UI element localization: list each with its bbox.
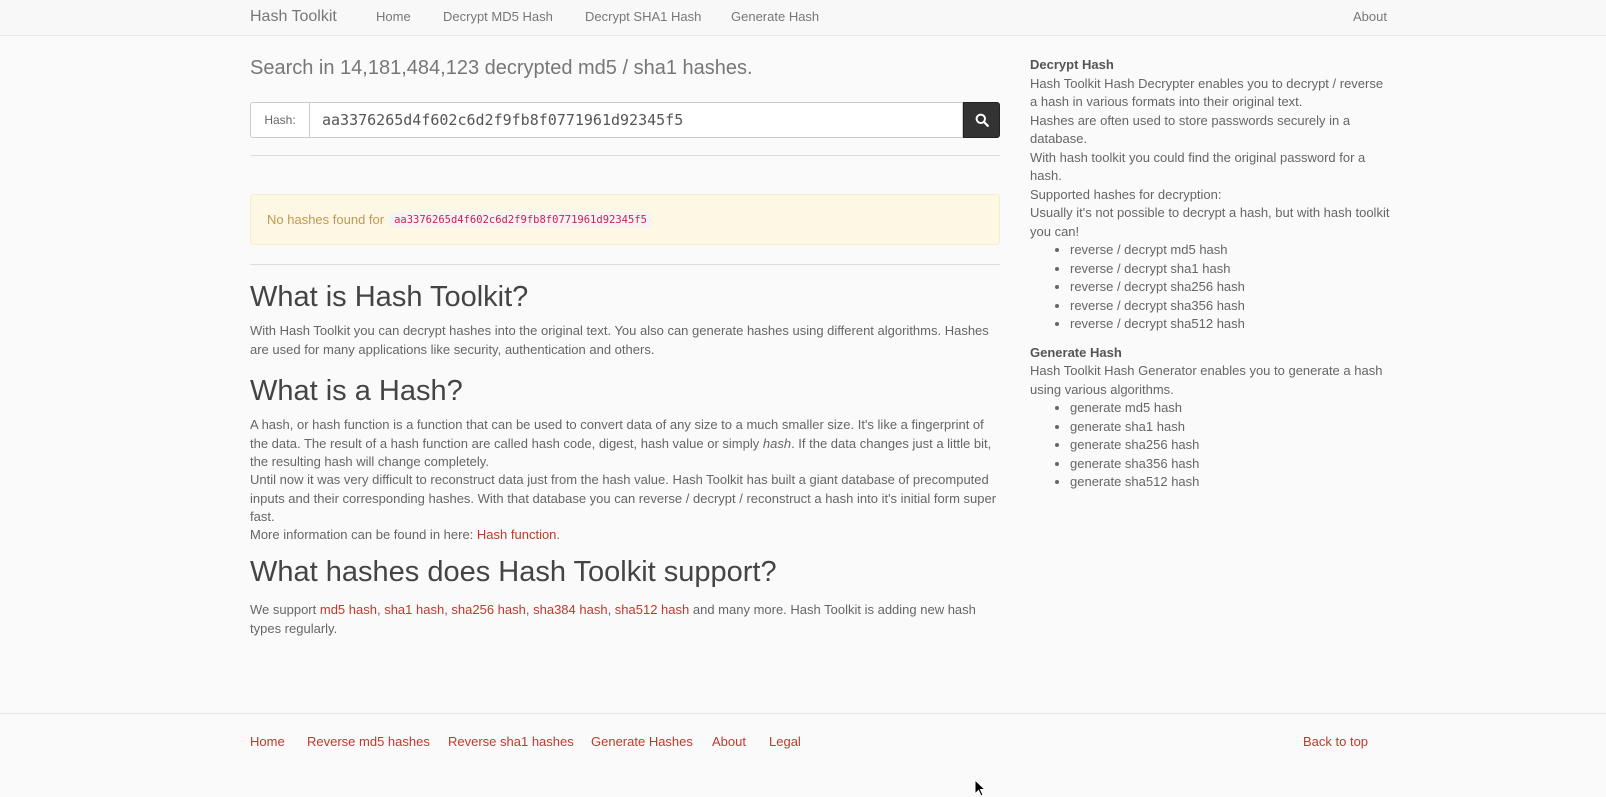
back-to-top-link[interactable]: Back to top	[1303, 734, 1368, 749]
text-hash-definition: A hash, or hash function is a function t…	[250, 416, 1000, 472]
alert-hash: aa3376265d4f602c6d2f9fb8f0771961d92345f5	[390, 211, 651, 228]
sidebar-generate-text: Hash Toolkit Hash Generator enables you …	[1030, 363, 1383, 397]
footer-about[interactable]: About	[712, 734, 746, 749]
hash-label: Hash:	[250, 102, 309, 138]
sidebar-decrypt-title: Decrypt Hash	[1030, 57, 1114, 72]
text-hash-database: Until now it was very difficult to recon…	[250, 472, 997, 524]
hash-input[interactable]	[309, 102, 963, 138]
link-sha1[interactable]: sha1 hash	[384, 602, 444, 617]
mouse-cursor-icon	[974, 779, 986, 797]
link-sha384[interactable]: sha384 hash	[533, 602, 607, 617]
search-button[interactable]	[963, 102, 1000, 138]
sidebar: Decrypt Hash Hash Toolkit Hash Decrypter…	[1030, 56, 1390, 492]
footer-reverse-sha1[interactable]: Reverse sha1 hashes	[448, 734, 574, 749]
sidebar-decrypt-line: Hash Toolkit Hash Decrypter enables you …	[1030, 75, 1384, 110]
sidebar-decrypt-line: Hashes are often used to store passwords…	[1030, 112, 1351, 147]
footer-home[interactable]: Home	[250, 734, 285, 749]
list-item: generate sha256 hash	[1070, 436, 1390, 455]
text-more-info: More information can be found in here: H…	[250, 526, 1000, 545]
divider	[250, 155, 1000, 156]
footer: Home Reverse md5 hashes Reverse sha1 has…	[0, 713, 1606, 797]
list-item: reverse / decrypt sha1 hash	[1070, 260, 1390, 279]
divider	[250, 264, 1000, 265]
text-more-info-period: .	[556, 527, 561, 542]
nav-decrypt-sha1[interactable]: Decrypt SHA1 Hash	[585, 9, 701, 24]
nav-about[interactable]: About	[1353, 9, 1387, 24]
list-item: reverse / decrypt sha356 hash	[1070, 297, 1390, 316]
nav-generate-hash[interactable]: Generate Hash	[731, 9, 819, 24]
sidebar-generate-list: generate md5 hash generate sha1 hash gen…	[1030, 399, 1390, 492]
text-what-is-toolkit: With Hash Toolkit you can decrypt hashes…	[250, 323, 989, 357]
list-item: reverse / decrypt sha512 hash	[1070, 315, 1390, 334]
link-sha256[interactable]: sha256 hash	[451, 602, 525, 617]
text-supported: We support md5 hash, sha1 hash, sha256 h…	[250, 601, 1000, 638]
link-hash-function[interactable]: Hash function	[477, 527, 557, 542]
navbar: Hash Toolkit Home Decrypt MD5 Hash Decry…	[0, 0, 1606, 36]
list-item: generate md5 hash	[1070, 399, 1390, 418]
text-supported-prefix: We support	[250, 602, 320, 617]
sidebar-decrypt-line: With hash toolkit you could find the ori…	[1030, 149, 1366, 184]
list-item: generate sha356 hash	[1070, 455, 1390, 474]
list-item: generate sha512 hash	[1070, 473, 1390, 492]
nav-home[interactable]: Home	[376, 9, 411, 24]
list-item: generate sha1 hash	[1070, 418, 1390, 437]
text-more-info-label: More information can be found in here:	[250, 527, 477, 542]
no-results-alert: No hashes found for aa3376265d4f602c6d2f…	[250, 194, 1000, 245]
sidebar-generate-title: Generate Hash	[1030, 344, 1122, 360]
sidebar-decrypt-line: Usually it's not possible to decrypt a h…	[1030, 205, 1390, 239]
heading-supported-hashes: What hashes does Hash Toolkit support?	[250, 556, 777, 588]
link-md5[interactable]: md5 hash	[320, 602, 377, 617]
footer-legal[interactable]: Legal	[769, 734, 801, 749]
link-sha512[interactable]: sha512 hash	[615, 602, 689, 617]
list-item: reverse / decrypt md5 hash	[1070, 241, 1390, 260]
brand-link[interactable]: Hash Toolkit	[250, 8, 337, 26]
sidebar-decrypt-list: reverse / decrypt md5 hash reverse / dec…	[1030, 241, 1390, 334]
heading-what-is-toolkit: What is Hash Toolkit?	[250, 281, 529, 313]
search-icon	[975, 113, 989, 127]
sep: ,	[607, 602, 615, 617]
hash-search-form: Hash:	[250, 102, 1000, 138]
text-hash-em: hash	[762, 435, 792, 451]
footer-generate-hashes[interactable]: Generate Hashes	[591, 734, 693, 749]
alert-text: No hashes found for	[267, 212, 385, 227]
search-title: Search in 14,181,484,123 decrypted md5 /…	[250, 57, 753, 79]
sidebar-decrypt-line: Supported hashes for decryption:	[1030, 186, 1222, 202]
footer-reverse-md5[interactable]: Reverse md5 hashes	[307, 734, 430, 749]
nav-decrypt-md5[interactable]: Decrypt MD5 Hash	[443, 9, 553, 24]
heading-what-is-hash: What is a Hash?	[250, 375, 463, 407]
list-item: reverse / decrypt sha256 hash	[1070, 278, 1390, 297]
